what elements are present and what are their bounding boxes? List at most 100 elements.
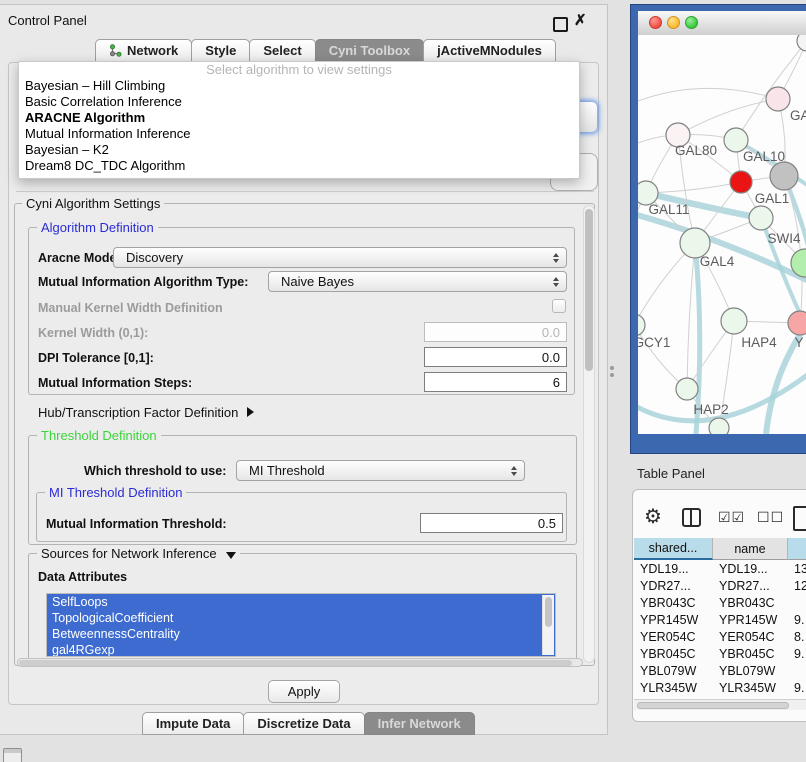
mi-threshold-definition-title: MI Threshold Definition xyxy=(45,485,186,500)
network-node-gal[interactable] xyxy=(766,87,790,111)
table-cell: YBL079W xyxy=(713,664,788,678)
mi-steps-input[interactable]: 6 xyxy=(424,372,567,392)
mi-algorithm-type-label: Mutual Information Algorithm Type: xyxy=(38,272,248,292)
close-traffic-light-icon[interactable] xyxy=(649,16,662,29)
network-edge xyxy=(678,99,778,135)
attribute-item-selected[interactable]: SelfLoops xyxy=(47,594,555,610)
select-all-icon[interactable]: ☑☑ xyxy=(718,509,745,526)
screen: Control Panel ✗ Network Style Select Cyn… xyxy=(0,0,806,762)
mi-threshold-input[interactable]: 0.5 xyxy=(420,513,563,533)
attributes-scrollbar[interactable] xyxy=(542,595,554,655)
scrollbar-thumb[interactable] xyxy=(545,597,552,627)
kernel-width-label: Kernel Width (0,1): xyxy=(38,323,148,343)
network-node-label: HAP4 xyxy=(741,335,777,350)
table-row[interactable]: YBR043CYBR043C xyxy=(634,594,806,611)
table-row[interactable]: YBR045CYBR045C9. xyxy=(634,645,806,662)
data-attributes-list[interactable]: SelfLoops TopologicalCoefficient Between… xyxy=(46,593,556,657)
network-node[interactable] xyxy=(709,418,729,434)
table-cell: YLR345W xyxy=(713,681,788,695)
scrollbar-thumb[interactable] xyxy=(585,209,593,371)
column-header-partial[interactable] xyxy=(788,538,806,560)
table-cell: YER054C xyxy=(634,630,713,644)
scrollbar-thumb[interactable] xyxy=(637,702,789,709)
table-row[interactable]: YLR345WYLR345W9. xyxy=(634,679,806,696)
settings-horizontal-scrollbar[interactable] xyxy=(17,658,583,667)
mi-algorithm-type-combo[interactable]: Naive Bayes xyxy=(268,271,567,292)
tab-network[interactable]: Network xyxy=(95,39,192,62)
attribute-item-selected[interactable]: TopologicalCoefficient xyxy=(47,610,555,626)
new-column-icon[interactable] xyxy=(793,506,806,531)
kernel-width-input[interactable]: 0.0 xyxy=(424,322,567,342)
table-cell: 9 xyxy=(788,698,806,699)
deselect-all-icon[interactable]: ☐☐ xyxy=(757,509,784,526)
hub-definition-toggle[interactable]: Hub/Transcription Factor Definition xyxy=(38,402,254,422)
hidden-group-edge xyxy=(16,191,594,192)
aracne-mode-combo[interactable]: Discovery xyxy=(113,247,567,268)
algorithm-option-selected[interactable]: ARACNE Algorithm xyxy=(19,110,579,126)
tab-infer-network[interactable]: Infer Network xyxy=(364,712,475,735)
table-row[interactable]: YIL053CYIL053C9 xyxy=(634,696,806,698)
dpi-tolerance-input[interactable]: 0.0 xyxy=(424,347,567,367)
tab-select[interactable]: Select xyxy=(249,39,315,62)
network-edge xyxy=(646,182,741,193)
column-header-name[interactable]: name xyxy=(713,538,788,560)
manual-kernel-width-checkbox[interactable] xyxy=(552,299,566,313)
algorithm-option[interactable]: Bayesian – K2 xyxy=(19,142,579,158)
table-header: shared... name xyxy=(634,538,806,560)
close-icon[interactable]: ✗ xyxy=(574,11,587,29)
algorithm-option[interactable]: Bayesian – Hill Climbing xyxy=(19,78,579,94)
table-row[interactable]: YBL079WYBL079W xyxy=(634,662,806,679)
table-cell: YPR145W xyxy=(713,613,788,627)
network-canvas[interactable]: GALGAL80GAL10GAL1GAL11SWI4GAL4GCY1HAP4YH… xyxy=(638,35,806,434)
settings-vertical-scrollbar[interactable] xyxy=(583,205,595,663)
algorithm-option[interactable]: Basic Correlation Inference xyxy=(19,94,579,110)
network-node-gcy1[interactable] xyxy=(638,314,645,336)
table-cell: YDL19... xyxy=(634,562,713,576)
table-horizontal-scrollbar[interactable] xyxy=(634,699,806,710)
network-node[interactable] xyxy=(770,162,798,190)
network-node-y[interactable] xyxy=(788,311,806,335)
table-cell: 9. xyxy=(788,613,806,627)
attribute-item-selected[interactable]: BetweennessCentrality xyxy=(47,626,555,642)
combo-stepper-icon xyxy=(511,466,517,476)
tab-jactivemnodules[interactable]: jActiveMNodules xyxy=(423,39,556,62)
column-header-shared-name[interactable]: shared... xyxy=(634,538,713,560)
table-row[interactable]: YDL19...YDL19...13 xyxy=(634,560,806,577)
algorithm-option[interactable]: Mutual Information Inference xyxy=(19,126,579,142)
minimize-traffic-light-icon[interactable] xyxy=(667,16,680,29)
network-node-label: HAP2 xyxy=(693,402,728,417)
float-window-icon[interactable] xyxy=(553,17,568,32)
table-row[interactable]: YER054CYER054C8. xyxy=(634,628,806,645)
attribute-item-selected[interactable]: gal4RGexp xyxy=(47,642,555,657)
network-window-titlebar[interactable] xyxy=(638,11,806,36)
network-node-gal1[interactable] xyxy=(730,171,752,193)
tab-discretize-data[interactable]: Discretize Data xyxy=(243,712,364,735)
gear-icon[interactable]: ⚙ xyxy=(644,507,662,527)
table-row[interactable]: YPR145WYPR145W9. xyxy=(634,611,806,628)
node-table: shared... name YDL19...YDL19...13YDR27..… xyxy=(634,538,806,698)
scrollbar-thumb[interactable] xyxy=(19,660,572,666)
restore-panel-icon[interactable] xyxy=(3,748,22,762)
network-graph[interactable]: GALGAL80GAL10GAL1GAL11SWI4GAL4GCY1HAP4YH… xyxy=(638,35,806,434)
table-cell: 9. xyxy=(788,647,806,661)
tab-cyni-toolbox-label: Cyni Toolbox xyxy=(329,43,410,58)
table-row[interactable]: YDR27...YDR27...12 xyxy=(634,577,806,594)
network-node-swi4[interactable] xyxy=(749,206,773,230)
which-threshold-combo[interactable]: MI Threshold xyxy=(236,460,525,481)
network-node-hap2[interactable] xyxy=(676,378,698,400)
algorithm-option[interactable]: Dream8 DC_TDC Algorithm xyxy=(19,158,579,174)
table-body: YDL19...YDL19...13YDR27...YDR27...12YBR0… xyxy=(634,560,806,698)
zoom-traffic-light-icon[interactable] xyxy=(685,16,698,29)
split-columns-icon[interactable] xyxy=(682,508,701,527)
network-node[interactable] xyxy=(797,35,806,51)
network-node-hap4[interactable] xyxy=(721,308,747,334)
table-cell: YPR145W xyxy=(634,613,713,627)
sources-group-title[interactable]: Sources for Network Inference xyxy=(37,546,240,561)
tab-cyni-toolbox[interactable]: Cyni Toolbox xyxy=(315,39,424,62)
network-tab-icon xyxy=(109,44,122,57)
tab-style[interactable]: Style xyxy=(191,39,250,62)
tab-impute-data[interactable]: Impute Data xyxy=(142,712,244,735)
apply-button[interactable]: Apply xyxy=(268,680,340,703)
dpi-tolerance-label: DPI Tolerance [0,1]: xyxy=(38,348,154,368)
panel-splitter-handle[interactable] xyxy=(610,366,615,378)
